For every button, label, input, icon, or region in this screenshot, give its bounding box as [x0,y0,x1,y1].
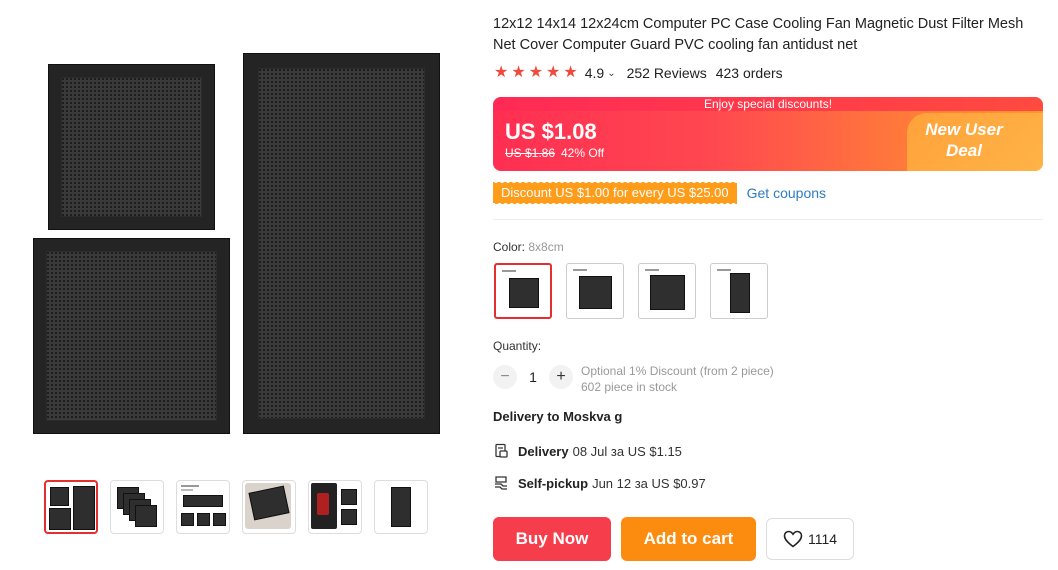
pickup-box-icon [493,475,509,491]
dust-filter-tall [243,53,440,434]
original-price: US $1.86 [505,146,556,160]
color-selected-value: 8x8cm [528,240,564,254]
coupon-tag: Discount US $1.00 for every US $25.00 [493,181,737,204]
thumbnail-3[interactable] [176,480,230,534]
thumbnail-4[interactable] [242,480,296,534]
quantity-minus-button[interactable]: − [493,365,517,389]
thumbnail-1[interactable] [44,480,98,534]
price-banner: Enjoy special discounts! US $1.08 US $1.… [493,97,1043,171]
bulk-discount-note: Optional 1% Discount (from 2 piece) [581,364,774,378]
discount-percent: 42% Off [561,146,605,160]
stock-note: 602 piece in stock [581,380,678,394]
current-price: US $1.08 [505,119,597,144]
star-icon: ★ [494,64,509,81]
rating-stars: ★ ★ ★ ★ ★ [494,65,578,81]
delivery-option: Delivery 08 Jul за US $1.15 [493,443,682,459]
pickup-details: Jun 12 за US $0.97 [592,475,706,491]
delivery-destination[interactable]: Delivery to Moskva g [493,409,622,424]
star-icon: ★ [546,64,561,81]
product-main-image[interactable] [30,50,442,438]
thumbnail-2[interactable] [110,480,164,534]
dust-filter-medium [33,238,230,434]
buy-now-button[interactable]: Buy Now [493,517,611,561]
add-to-cart-button[interactable]: Add to cart [621,517,756,561]
star-icon: ★ [563,64,578,81]
color-label: Color: 8x8cm [493,240,564,254]
chevron-down-icon[interactable]: ⌄ [607,68,615,79]
quantity-label: Quantity: [493,339,542,353]
quantity-plus-button[interactable]: + [549,365,573,389]
thumbnail-5[interactable] [308,480,362,534]
swatch-12x12[interactable] [566,263,624,319]
quantity-stepper: − 1 + [493,365,573,389]
quantity-note: Optional 1% Discount (from 2 piece) 602 … [581,363,774,395]
coupon-row: Discount US $1.00 for every US $25.00 Ge… [493,181,826,204]
rating-row: ★ ★ ★ ★ ★ 4.9 ⌄ 252 Reviews 423 orders [494,64,783,82]
swatch-12x24[interactable] [710,263,768,319]
star-icon: ★ [511,64,526,81]
banner-promo-text: Enjoy special discounts! [493,97,1043,111]
pickup-option: Self-pickup Jun 12 за US $0.97 [493,475,706,491]
product-title: 12x12 14x14 12x24cm Computer PC Case Coo… [493,16,1024,53]
wishlist-button[interactable]: 1114 [766,518,854,560]
new-user-deal-label: New User Deal [925,120,1003,160]
wishlist-count: 1114 [807,531,838,547]
get-coupons-link[interactable]: Get coupons [747,185,826,201]
delivery-label: Delivery [518,443,569,459]
star-icon: ★ [528,64,544,81]
delivery-details: 08 Jul за US $1.15 [572,443,682,459]
thumbnail-6[interactable] [374,480,428,534]
orders-count: 423 orders [715,65,783,81]
delivery-truck-icon [493,443,509,459]
heart-icon [783,530,803,548]
divider [493,219,1043,220]
color-swatches [494,263,768,319]
quantity-value[interactable]: 1 [517,369,549,385]
reviews-count[interactable]: 252 Reviews [627,65,707,81]
swatch-8x8[interactable] [494,263,552,319]
dust-filter-small [48,64,215,230]
rating-value[interactable]: 4.9 [585,65,604,81]
thumbnail-strip [44,480,428,534]
swatch-14x14[interactable] [638,263,696,319]
color-label-text: Color: [493,240,529,254]
pickup-label: Self-pickup [518,475,589,491]
